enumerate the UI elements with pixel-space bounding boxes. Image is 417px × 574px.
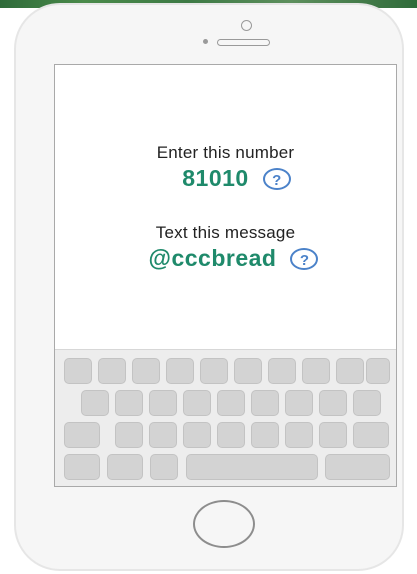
home-button-icon[interactable]: [193, 500, 255, 548]
keyboard: [55, 349, 396, 486]
keyboard-key[interactable]: [149, 422, 177, 448]
keyboard-key[interactable]: [268, 358, 296, 384]
keyboard-key[interactable]: [115, 390, 143, 416]
question-circle-icon[interactable]: ?: [290, 247, 319, 270]
keyboard-key[interactable]: [200, 358, 228, 384]
number-prompt: Enter this number: [156, 143, 295, 162]
keyboard-key[interactable]: [98, 358, 126, 384]
speaker-grille: [217, 39, 270, 46]
keyboard-key[interactable]: [217, 422, 245, 448]
shift-key[interactable]: [64, 422, 100, 448]
keyboard-key[interactable]: [302, 358, 330, 384]
keyboard-key[interactable]: [353, 390, 381, 416]
keyboard-key[interactable]: [64, 358, 92, 384]
keyboard-key[interactable]: [366, 358, 390, 384]
message-instructions: Text this message @cccbread ?: [55, 223, 396, 272]
keyboard-key[interactable]: [217, 390, 245, 416]
question-circle-icon[interactable]: ?: [262, 167, 291, 190]
keyboard-key[interactable]: [251, 422, 279, 448]
space-bar[interactable]: [186, 454, 318, 480]
number-instructions: Enter this number 81010 ?: [55, 143, 396, 192]
text-keyword: @cccbread: [148, 245, 277, 271]
phone-screen: Enter this number 81010 ? Text this mess…: [54, 64, 397, 487]
keyboard-key[interactable]: [285, 390, 313, 416]
keyboard-key[interactable]: [183, 390, 211, 416]
camera-icon: [241, 20, 252, 31]
shortcode-number: 81010: [182, 165, 249, 191]
keyboard-key[interactable]: [183, 422, 211, 448]
message-prompt: Text this message: [155, 223, 296, 242]
delete-key[interactable]: [353, 422, 389, 448]
keyboard-key[interactable]: [81, 390, 109, 416]
keyboard-key[interactable]: [319, 390, 347, 416]
numbers-key[interactable]: [64, 454, 100, 480]
emoji-key[interactable]: [150, 454, 178, 480]
keyboard-key[interactable]: [251, 390, 279, 416]
keyboard-key[interactable]: [149, 390, 177, 416]
keyboard-key[interactable]: [234, 358, 262, 384]
return-key[interactable]: [325, 454, 390, 480]
globe-key[interactable]: [107, 454, 143, 480]
keyboard-key[interactable]: [115, 422, 143, 448]
keyboard-key[interactable]: [166, 358, 194, 384]
keyboard-key[interactable]: [285, 422, 313, 448]
sensor-icon: [203, 39, 208, 44]
keyboard-key[interactable]: [132, 358, 160, 384]
keyboard-key[interactable]: [336, 358, 364, 384]
phone-illustration: Enter this number 81010 ? Text this mess…: [0, 0, 417, 574]
keyboard-key[interactable]: [319, 422, 347, 448]
